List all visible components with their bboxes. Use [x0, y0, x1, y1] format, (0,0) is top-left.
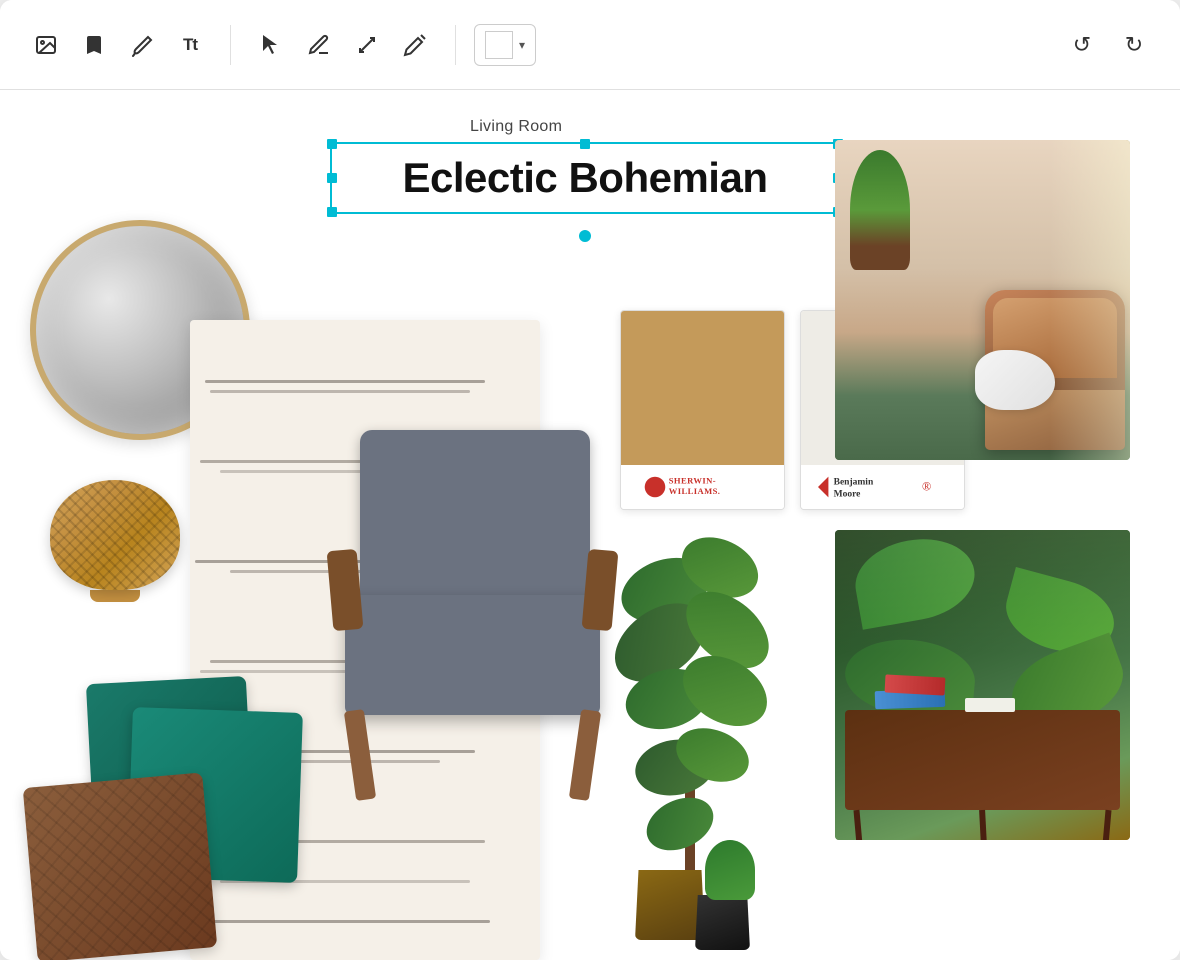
svg-text:Benjamin: Benjamin [833, 477, 873, 487]
canvas: Living Room Eclectic Bohemian [0, 90, 1180, 960]
room-label: Living Room [470, 118, 562, 136]
redo-button[interactable]: ↻ [1112, 23, 1156, 67]
rug-stripe [205, 380, 485, 383]
accent-chair[interactable] [330, 430, 620, 800]
title-text-box[interactable]: Eclectic Bohemian [330, 142, 840, 214]
rattan-basket[interactable] [50, 480, 180, 590]
undo-button[interactable]: ↺ [1060, 23, 1104, 67]
rattan-base [90, 590, 140, 602]
color-picker-button[interactable]: ▾ [474, 24, 536, 66]
fiddle-leaf-plant[interactable] [600, 520, 780, 960]
room-photo-1[interactable] [835, 140, 1130, 460]
resize-tool-button[interactable] [345, 23, 389, 67]
toolbar-right: ↺ ↻ [1060, 23, 1156, 67]
resize-handle-tc[interactable] [580, 139, 590, 149]
rattan-lines-2 [50, 480, 180, 590]
toolbar: Tt [0, 0, 1180, 90]
text-tool-label: Tt [183, 35, 197, 55]
chair-back [360, 430, 590, 610]
room-photo-2[interactable] [835, 530, 1130, 840]
rug-stripe [200, 920, 490, 923]
swatch-logo-sherwin: SHERWIN- WILLIAMS. [621, 465, 784, 509]
plant-pot-short [695, 895, 750, 950]
scene-plant [850, 150, 910, 270]
title-text: Eclectic Bohemian [403, 154, 768, 202]
plant-leaf-9 [638, 787, 722, 860]
divider-1 [230, 25, 231, 65]
annotate-tool-button[interactable] [297, 23, 341, 67]
sherwin-williams-swatch[interactable]: SHERWIN- WILLIAMS. [620, 310, 785, 510]
swatch-logo-benjamin: Benjamin Moore ® [801, 465, 964, 509]
divider-2 [455, 25, 456, 65]
text-tool-button[interactable]: Tt [168, 23, 212, 67]
color-swatch [485, 31, 513, 59]
redo-icon: ↻ [1125, 32, 1143, 58]
chair-seat [345, 595, 600, 715]
small-plant [705, 840, 755, 900]
brown-pillow[interactable] [23, 772, 218, 960]
svg-text:Moore: Moore [833, 490, 860, 500]
media-tools: Tt [24, 23, 212, 67]
svg-text:WILLIAMS.: WILLIAMS. [668, 486, 720, 496]
swatch-color-sherwin [621, 311, 784, 465]
image-tool-button[interactable] [24, 23, 68, 67]
connector-dot [579, 230, 591, 242]
svg-text:®: ® [922, 479, 931, 493]
select-tool-button[interactable] [249, 23, 293, 67]
pillow-pattern-2 [23, 772, 218, 960]
undo-icon: ↺ [1073, 32, 1091, 58]
plant-pot-tall [635, 870, 705, 940]
bookmark-tool-button[interactable] [72, 23, 116, 67]
color-picker-arrow: ▾ [519, 38, 525, 52]
resize-handle-tl[interactable] [327, 139, 337, 149]
select-tools [249, 23, 437, 67]
rattan-body [50, 480, 180, 590]
svg-text:SHERWIN-: SHERWIN- [668, 476, 715, 486]
app-container: Tt [0, 0, 1180, 960]
rug-stripe [210, 390, 470, 393]
resize-handle-ml[interactable] [327, 173, 337, 183]
chair-leg-front-left [344, 709, 376, 801]
pencil-tool-button[interactable] [393, 23, 437, 67]
brush-tool-button[interactable] [120, 23, 164, 67]
plant-leaves [600, 520, 780, 870]
resize-handle-bl[interactable] [327, 207, 337, 217]
chair-leg-front-right [569, 709, 601, 801]
chair-arm-left [327, 549, 364, 631]
